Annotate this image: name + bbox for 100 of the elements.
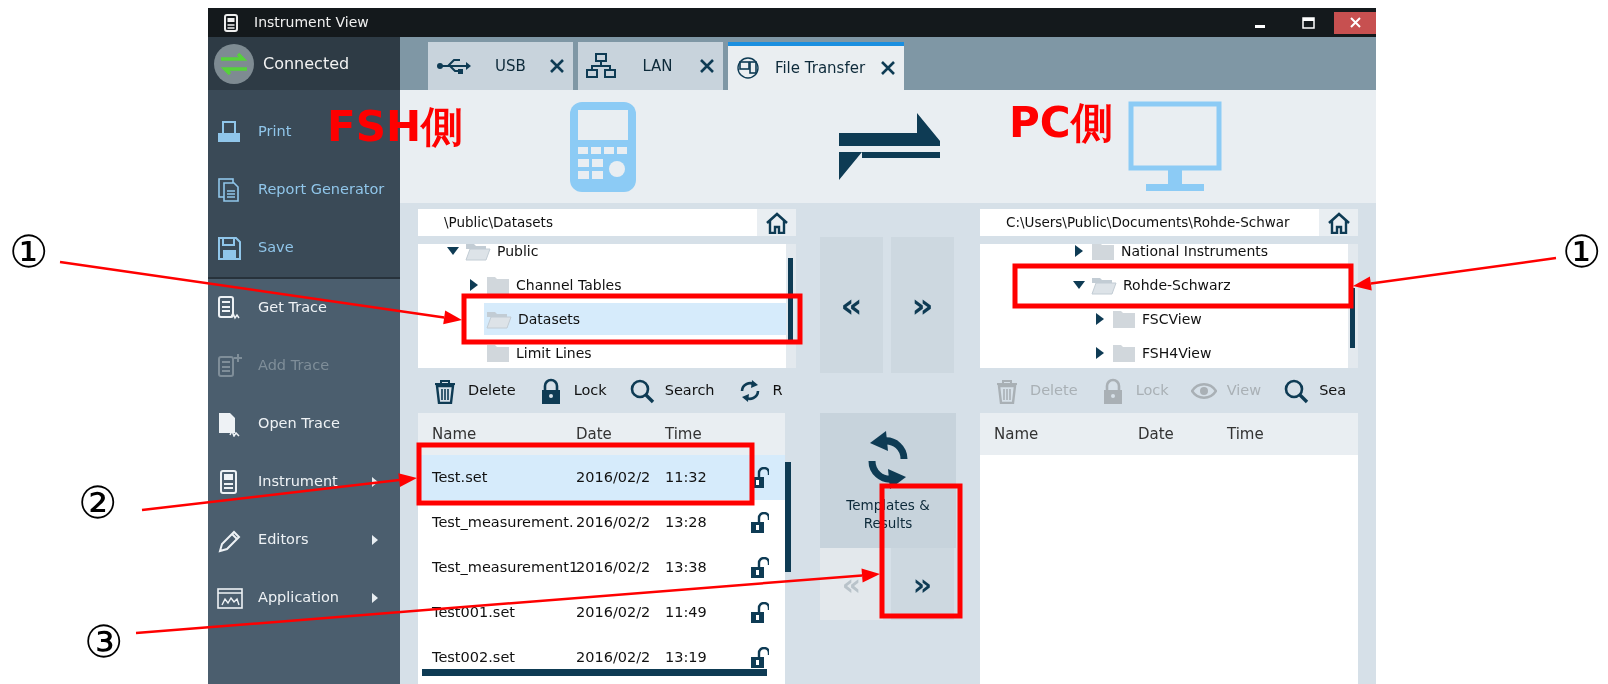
window-chart-icon [216,585,244,611]
expand-arrow-icon[interactable] [1074,245,1083,257]
maximize-icon [1301,16,1315,29]
expand-arrow-icon[interactable] [469,279,478,291]
file-name: Test_measurement1 [431,557,576,577]
file-name: Test002.set [431,647,516,667]
file-date: 2016/02/2 [576,467,652,487]
toolbar-button[interactable]: Delete [432,378,516,404]
network-icon [586,53,616,79]
close-icon[interactable] [699,58,715,74]
close-button[interactable] [1334,11,1376,34]
file-name: Test001.set [431,602,516,622]
expand-arrow-icon[interactable] [1095,347,1104,359]
close-icon[interactable] [549,58,565,74]
sidebar-item[interactable]: Save [208,219,300,277]
callout-number: ① [9,230,49,274]
toolbar-button[interactable]: Search [628,378,715,404]
column-header[interactable]: Name [980,422,1138,446]
tree-item[interactable]: FSH4View [1110,337,1348,368]
sidebar-item[interactable]: Instrument [208,453,400,511]
transfer-button[interactable]: » [891,548,954,620]
sidebar-item[interactable]: Get Trace [208,279,400,337]
transfer-button[interactable]: » [891,237,954,373]
trash-icon [994,378,1020,404]
folder-icon [486,275,510,295]
close-icon[interactable] [880,60,896,76]
tab[interactable]: File Transfer [728,42,904,90]
home-icon [1326,211,1351,234]
open-folder-icon [465,244,491,261]
folder-label: FSH4View [1142,346,1212,360]
file-row[interactable]: Test_measurement. 2016/02/2 13:28 [418,500,785,545]
callout-number: ② [78,481,118,525]
folder-icon [1091,244,1115,261]
folder-icon [1112,309,1136,329]
device-icon [224,13,238,32]
folder-label: FSCView [1142,312,1202,326]
file-date: 2016/02/2 [576,602,652,622]
open-folder-icon [486,309,512,329]
usb-icon [436,56,472,76]
tree-item[interactable]: Rohde-Schwarz [1089,269,1348,301]
home-button[interactable] [1319,209,1358,236]
toolbar-button[interactable]: R [736,378,783,404]
tab[interactable]: LAN [578,42,723,90]
sidebar-item[interactable]: Application [208,569,400,627]
tree-item[interactable]: Channel Tables [484,269,786,301]
column-header[interactable]: Date [576,422,665,446]
collapse-arrow-icon[interactable] [1072,281,1085,289]
sidebar-item[interactable]: Report Generator [208,161,391,219]
tree-item[interactable]: Public [463,244,786,267]
transfer-button[interactable]: « [820,237,883,373]
swap-arrows-icon [839,113,940,180]
folder-label: Limit Lines [516,346,592,360]
column-header[interactable]: Name [418,422,576,446]
home-icon [764,211,789,234]
column-header[interactable]: Date [1138,422,1227,446]
folder-label: Channel Tables [516,278,622,292]
search-icon [628,378,655,404]
tree-item[interactable]: FSCView [1110,303,1348,335]
column-header[interactable]: Time [665,422,737,446]
file-row[interactable]: Test_measurement12016/02/2 13:38 [418,545,785,590]
floppy-icon [216,235,244,261]
file-time: 13:28 [665,512,708,532]
transfer-icon [736,57,760,79]
tree-item[interactable]: Limit Lines [484,337,786,368]
window-title: Instrument View [254,13,369,32]
file-name: Test.set [431,467,489,487]
folder-label: Public [497,244,539,258]
callout-number: ① [1562,230,1602,274]
tree-item[interactable]: National Instruments [1089,244,1348,267]
handheld-device-icon [569,100,637,193]
file-name: Test_measurement. [431,512,575,532]
file-date: 2016/02/2 [576,557,652,577]
connection-status: Connected [263,52,350,75]
minimize-icon [1255,25,1265,28]
file-date: 2016/02/2 [576,647,652,667]
close-icon [1349,17,1361,28]
folder-label: National Instruments [1121,244,1269,258]
expand-arrow-icon[interactable] [1095,313,1104,325]
file-time: 13:38 [665,557,708,577]
folder-icon [486,343,510,363]
open-folder-icon [1091,275,1117,295]
scrollbar-thumb [1350,288,1355,348]
home-button[interactable] [757,209,796,236]
annotation-label: PC側 [1009,102,1113,144]
folder-label: Datasets [518,312,581,326]
sidebar-item[interactable]: Open Trace [208,395,400,453]
toolbar-button[interactable]: Sea [1283,378,1347,404]
tree-item[interactable]: Datasets [484,303,786,335]
file-row[interactable]: Test002.set 2016/02/2 13:19 [418,635,785,680]
folder-label: Rohde-Schwarz [1123,278,1231,292]
tab[interactable]: USB [428,42,573,90]
file-row[interactable]: Test001.set 2016/02/2 11:49 [418,590,785,635]
toolbar-button[interactable]: Lock [537,378,607,404]
sidebar-item[interactable]: Editors [208,511,400,569]
collapse-arrow-icon[interactable] [446,247,459,255]
column-header[interactable]: Time [1227,422,1299,446]
file-time: 11:49 [665,602,708,622]
callout-number: ③ [84,620,124,664]
trash-icon [432,378,458,404]
sidebar-item[interactable]: Print [208,103,298,161]
